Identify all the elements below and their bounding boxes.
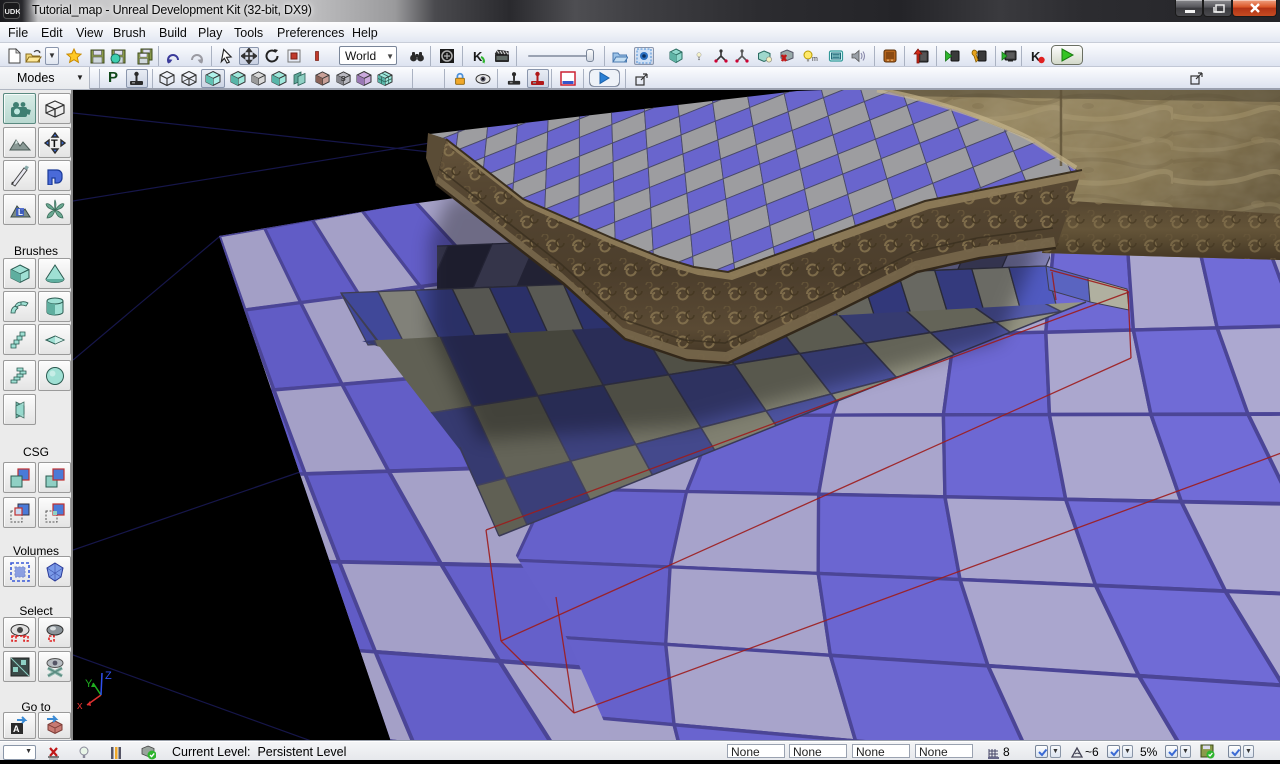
svg-text:UDK: UDK [5, 7, 21, 16]
svg-text:m: m [812, 56, 818, 63]
svg-text:S: S [341, 74, 346, 83]
svg-text:T: T [51, 138, 58, 150]
svg-text:x: x [77, 700, 83, 712]
svg-text:Y: Y [85, 678, 93, 690]
svg-text:L: L [18, 208, 23, 217]
svg-text:Z: Z [105, 670, 112, 682]
svg-text:A: A [13, 724, 20, 734]
